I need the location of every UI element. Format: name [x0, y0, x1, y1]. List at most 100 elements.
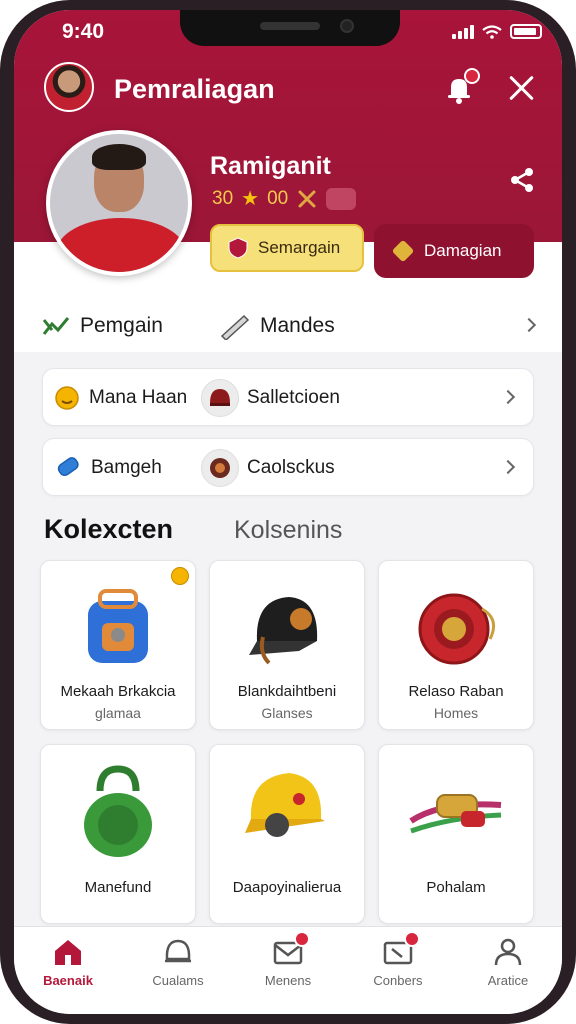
row-item-left-label: Mana Haan: [89, 387, 188, 408]
item-name: Relaso Raban: [408, 683, 504, 700]
photo-shirt: [56, 218, 186, 272]
quick-links-row[interactable]: Pemgain Mandes: [42, 306, 542, 346]
stat-value-a: 30: [212, 187, 234, 209]
helmet-icon: [162, 937, 194, 967]
header-bar: Pemraliagan: [44, 62, 544, 118]
notification-badge: [404, 931, 420, 947]
speaker-grille: [260, 22, 320, 30]
chevron-right-icon: [500, 459, 516, 475]
row-item-left[interactable]: Bamgeh: [53, 439, 162, 497]
status-bar: 9:40: [14, 10, 562, 54]
status-icons: [452, 24, 542, 39]
primary-action-label: Semargain: [258, 238, 341, 257]
item-name: Daapoyinalierua: [232, 879, 342, 896]
avatar[interactable]: [44, 62, 94, 112]
home-icon: [52, 937, 84, 967]
star-icon: ★: [241, 188, 260, 210]
cap-icon: [210, 571, 364, 683]
tools-icon: [298, 190, 316, 207]
quick-link-left[interactable]: Pemgain: [42, 314, 163, 338]
row-item-left[interactable]: Mana Haan: [53, 369, 187, 427]
quick-link-left-label: Pemgain: [80, 314, 163, 337]
quick-link-right-label: Mandes: [260, 314, 335, 337]
hard-hat-icon: [210, 755, 364, 867]
collection-item[interactable]: Relaso Raban Homes: [378, 560, 534, 730]
row-item-right[interactable]: Caolsckus: [201, 439, 335, 497]
notification-badge: [464, 68, 480, 84]
tab-collection[interactable]: Kolexcten: [44, 514, 173, 545]
notification-button[interactable]: [442, 68, 480, 106]
trophy-icon: [392, 240, 414, 262]
nav-home[interactable]: Baenaik: [18, 937, 118, 988]
phone-frame: 9:40 Pemraliagan Ramiganit 30 ★ 00 Semar…: [0, 0, 576, 1024]
item-sub: Glanses: [261, 705, 313, 721]
backpack-icon: [41, 571, 195, 683]
item-name: Pohalam: [426, 879, 486, 896]
battery-icon: [510, 24, 542, 39]
medal-icon: [201, 449, 239, 487]
front-camera: [340, 19, 354, 33]
collection-tabs: Kolexcten Kolsenins: [44, 514, 544, 554]
collection-item[interactable]: Mekaah Brkakcia glamaa: [40, 560, 196, 730]
notification-badge: [294, 931, 310, 947]
item-name: Mekaah Brkakcia: [60, 683, 176, 700]
nav-mail-label: Menens: [264, 973, 312, 988]
nav-inbox[interactable]: Conbers: [348, 931, 448, 988]
row-item-right[interactable]: Salletcioen: [201, 369, 340, 427]
gem-icon: [57, 457, 79, 477]
chart-icon: [42, 317, 70, 335]
kettlebell-icon: [41, 755, 195, 867]
helmet-icon: [201, 379, 239, 417]
close-button[interactable]: [506, 72, 538, 104]
signal-icon: [452, 24, 474, 39]
chevron-right-icon: [521, 317, 537, 333]
item-sub: glamaa: [95, 705, 141, 721]
collection-item[interactable]: Blankdaihtbeni Glanses: [209, 560, 365, 730]
row-item-right-label: Salletcioen: [247, 387, 340, 408]
item-name: Manefund: [84, 879, 152, 896]
page-title: Pemraliagan: [114, 74, 275, 104]
profile-photo[interactable]: [46, 130, 192, 276]
wifi-icon: [482, 24, 502, 39]
collection-item[interactable]: Manefund: [40, 744, 196, 924]
nav-profile[interactable]: Aratice: [458, 937, 558, 988]
status-time: 9:40: [62, 20, 105, 43]
medallion-icon: [379, 571, 533, 683]
inbox-icon: [382, 931, 420, 967]
coin-badge-icon: [171, 567, 189, 585]
rank-chip-icon: [326, 187, 357, 210]
camera-notch: [180, 10, 400, 46]
nav-helmet-label: Cualams: [152, 973, 204, 988]
list-row[interactable]: Bamgeh Caolsckus: [42, 438, 534, 496]
stat-value-b: 00: [267, 187, 289, 209]
app-screen: 9:40 Pemraliagan Ramiganit 30 ★ 00 Semar…: [14, 10, 562, 1014]
nav-home-label: Baenaik: [43, 973, 93, 988]
item-name: Blankdaihtbeni: [237, 683, 337, 700]
user-icon: [492, 937, 524, 967]
nav-profile-label: Aratice: [487, 973, 529, 988]
shield-icon: [228, 237, 248, 259]
share-icon[interactable]: [508, 166, 536, 194]
mail-icon: [272, 931, 310, 967]
collection-item[interactable]: Daapoyinalierua: [209, 744, 365, 924]
bottom-nav: Baenaik Cualams Menens Conbers Aratice: [14, 926, 562, 1014]
bracelet-icon: [379, 755, 533, 867]
profile-name: Ramiganit: [210, 152, 331, 180]
photo-hair: [92, 144, 146, 170]
secondary-action-button[interactable]: Damagian: [374, 224, 534, 278]
profile-stats: 30 ★ 00: [212, 186, 357, 211]
nav-inbox-label: Conbers: [373, 973, 423, 988]
quick-link-right[interactable]: Mandes: [218, 312, 335, 340]
row-item-left-label: Bamgeh: [91, 457, 162, 478]
nav-mail[interactable]: Menens: [238, 931, 338, 988]
primary-action-button[interactable]: Semargain: [210, 224, 364, 272]
row-item-right-label: Caolsckus: [247, 457, 335, 478]
pencil-icon: [220, 314, 250, 340]
tab-collections-alt[interactable]: Kolsenins: [234, 516, 342, 545]
emoji-icon: [55, 386, 79, 410]
chevron-right-icon: [500, 389, 516, 405]
nav-helmet[interactable]: Cualams: [128, 937, 228, 988]
item-sub: Homes: [433, 705, 479, 721]
list-row[interactable]: Mana Haan Salletcioen: [42, 368, 534, 426]
collection-item[interactable]: Pohalam: [378, 744, 534, 924]
